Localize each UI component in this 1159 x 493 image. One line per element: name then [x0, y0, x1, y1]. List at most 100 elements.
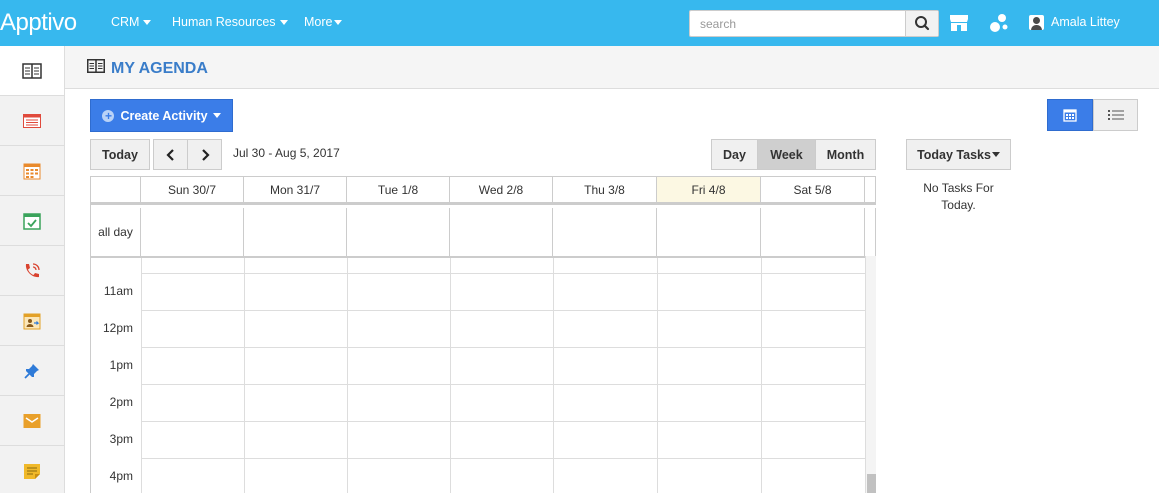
sidebar-item-mail[interactable]	[0, 396, 64, 446]
user-name: Amala Littey	[1051, 15, 1120, 29]
hour-row-line	[141, 310, 866, 311]
time-label-1pm: 1pm	[109, 358, 133, 372]
scrollbar-thumb[interactable]	[867, 474, 876, 493]
day-header-sun[interactable]: Sun 30/7	[141, 177, 244, 205]
sidebar-item-notes[interactable]	[0, 446, 64, 493]
sidebar-item-list[interactable]	[0, 96, 64, 146]
store-icon[interactable]	[948, 12, 970, 34]
view-day-label: Day	[723, 147, 746, 162]
pin-icon	[24, 363, 39, 379]
chevron-down-icon	[991, 152, 1000, 157]
connections-icon[interactable]	[988, 12, 1010, 34]
nav-crm-label: CRM	[111, 15, 140, 29]
day-header-fri[interactable]: Fri 4/8	[657, 177, 761, 205]
next-week-button[interactable]	[187, 139, 222, 170]
allday-cell[interactable]	[450, 208, 553, 256]
sidebar	[0, 46, 65, 493]
day-header-sat[interactable]: Sat 5/8	[761, 177, 865, 205]
today-tasks-dropdown[interactable]: Today Tasks	[906, 139, 1011, 170]
note-icon	[24, 463, 40, 479]
search-box	[689, 10, 939, 37]
hour-row-line	[141, 347, 866, 348]
nav-more[interactable]: More	[304, 15, 343, 29]
view-month-label: Month	[826, 147, 865, 162]
time-label-11am: 11am	[103, 284, 133, 298]
user-menu[interactable]: Amala Littey	[1029, 15, 1127, 31]
nav-human-resources[interactable]: Human Resources	[172, 15, 288, 29]
calendar-view-button[interactable]	[1047, 99, 1093, 131]
nav-hr-label: Human Resources	[172, 15, 276, 29]
allday-cell[interactable]	[347, 208, 450, 256]
allday-scroll-gutter	[865, 208, 876, 256]
plus-icon: +	[102, 109, 115, 122]
header-scroll-gutter	[865, 177, 876, 205]
view-month-button[interactable]: Month	[815, 139, 876, 170]
chevron-down-icon	[143, 20, 152, 26]
create-activity-label: Create Activity	[120, 108, 208, 123]
today-button-label: Today	[102, 147, 138, 162]
time-label-4pm: 4pm	[109, 469, 133, 483]
sidebar-item-events[interactable]	[0, 296, 64, 346]
view-week-label: Week	[770, 147, 803, 162]
search-icon	[915, 16, 930, 31]
time-label-12pm: 12pm	[102, 321, 133, 335]
allday-cell[interactable]	[244, 208, 347, 256]
day-header-thu[interactable]: Thu 3/8	[553, 177, 657, 205]
today-button[interactable]: Today	[90, 139, 150, 170]
allday-label: all day	[91, 208, 141, 256]
today-tasks-label: Today Tasks	[917, 147, 991, 162]
day-header-wed[interactable]: Wed 2/8	[450, 177, 553, 205]
page-header	[65, 46, 1159, 89]
hour-row-line	[141, 384, 866, 385]
date-range: Jul 30 - Aug 5, 2017	[233, 146, 340, 160]
allday-cell[interactable]	[141, 208, 244, 256]
calendar-scrollbar[interactable]	[865, 256, 876, 493]
page-title: MY AGENDA	[111, 60, 208, 77]
view-day-button[interactable]: Day	[711, 139, 758, 170]
calendar-grid-icon	[23, 163, 41, 179]
chevron-down-icon	[279, 20, 288, 26]
header-corner	[91, 177, 141, 205]
no-tasks-line2: Today.	[941, 198, 976, 212]
chevron-down-icon	[334, 20, 343, 26]
no-tasks-line1: No Tasks For	[923, 181, 994, 195]
create-activity-button[interactable]: + Create Activity	[90, 99, 233, 132]
hour-row-line	[141, 458, 866, 459]
agenda-icon	[87, 59, 105, 76]
no-tasks-message: No Tasks For Today.	[906, 180, 1011, 214]
allday-cell[interactable]	[553, 208, 657, 256]
sidebar-item-calls[interactable]	[0, 246, 64, 296]
app-logo[interactable]: Apptivo	[0, 9, 77, 37]
time-label-2pm: 2pm	[109, 395, 133, 409]
sidebar-item-calendar[interactable]	[0, 146, 64, 196]
view-week-button[interactable]: Week	[757, 139, 816, 170]
calendar-icon	[1063, 109, 1077, 122]
allday-cell[interactable]	[761, 208, 865, 256]
chevron-left-icon	[165, 148, 174, 161]
week-calendar: Sun 30/7 Mon 31/7 Tue 1/8 Wed 2/8 Thu 3/…	[90, 176, 876, 493]
nav-crm[interactable]: CRM	[111, 15, 152, 29]
day-header-tue[interactable]: Tue 1/8	[347, 177, 450, 205]
sidebar-item-pins[interactable]	[0, 346, 64, 396]
phone-call-icon	[25, 262, 40, 277]
avatar	[1029, 15, 1044, 31]
chevron-right-icon	[201, 148, 210, 161]
hour-row-line	[141, 421, 866, 422]
nav-more-label: More	[304, 15, 333, 29]
list-icon	[1107, 110, 1124, 120]
sidebar-item-tasks[interactable]	[0, 196, 64, 246]
allday-separator	[91, 256, 876, 258]
search-button[interactable]	[905, 11, 938, 36]
hour-row-line	[141, 273, 866, 274]
allday-cell[interactable]	[657, 208, 761, 256]
list-card-icon	[23, 113, 41, 128]
sidebar-item-agenda[interactable]	[0, 46, 64, 96]
day-header-mon[interactable]: Mon 31/7	[244, 177, 347, 205]
search-input[interactable]	[690, 11, 906, 36]
time-label-3pm: 3pm	[109, 432, 133, 446]
prev-week-button[interactable]	[153, 139, 188, 170]
list-view-button[interactable]	[1093, 99, 1138, 131]
calendar-user-icon	[23, 313, 41, 329]
mail-icon	[23, 413, 41, 428]
calendar-check-icon	[23, 212, 41, 230]
